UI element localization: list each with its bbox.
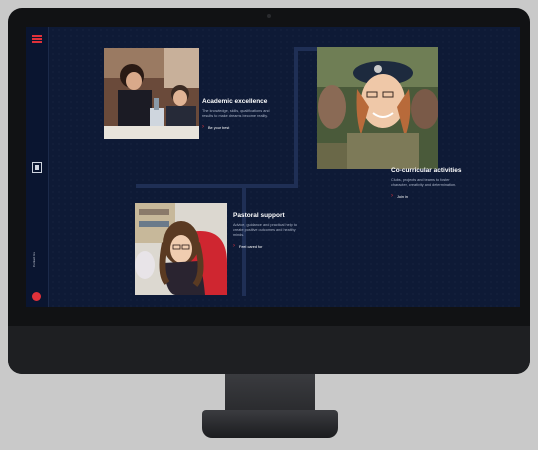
cocurricular-photo: [317, 47, 438, 169]
arrow-right-icon: ›: [202, 124, 204, 130]
cocurricular-cta[interactable]: › Join in: [391, 193, 461, 199]
school-crest-icon[interactable]: [32, 162, 42, 173]
monitor-chin: [8, 326, 530, 374]
academic-text: The knowledge, skills, qualifications an…: [202, 109, 270, 118]
webcam: [267, 14, 271, 18]
pastoral-card: Pastoral support Advice, guidance and pr…: [233, 212, 303, 249]
academic-cta[interactable]: › Be your best: [202, 124, 272, 130]
academic-photo: [104, 48, 199, 139]
hamburger-icon[interactable]: [32, 35, 42, 43]
contact-link[interactable]: Contact Us: [32, 252, 36, 267]
website-screen: Contact Us Academic excellence The knowl…: [26, 27, 520, 307]
cocurricular-title: Co-curricular activities: [391, 167, 462, 174]
pastoral-title: Pastoral support: [233, 212, 285, 219]
monitor-stand-base: [202, 410, 338, 438]
academic-title: Academic excellence: [202, 98, 268, 105]
academic-cta-label: Be your best: [208, 125, 230, 130]
academic-card: Academic excellence The knowledge, skill…: [202, 98, 272, 130]
cocurricular-cta-label: Join in: [397, 194, 408, 199]
decor-line: [294, 47, 298, 187]
pastoral-cta[interactable]: › Feel cared for: [233, 243, 303, 249]
decor-line: [136, 184, 298, 188]
monitor-neck: [225, 374, 315, 412]
pastoral-photo: [135, 203, 227, 295]
sidebar: Contact Us: [26, 27, 49, 307]
cocurricular-card: Co-curricular activities Clubs, projects…: [391, 167, 461, 199]
arrow-right-icon: ›: [391, 193, 393, 199]
contact-button[interactable]: [32, 292, 41, 301]
pastoral-text: Advice, guidance and practical help to c…: [233, 223, 297, 237]
arrow-right-icon: ›: [233, 243, 235, 249]
cocurricular-text: Clubs, projects and teams to foster char…: [391, 178, 457, 187]
pastoral-cta-label: Feel cared for: [239, 244, 263, 249]
